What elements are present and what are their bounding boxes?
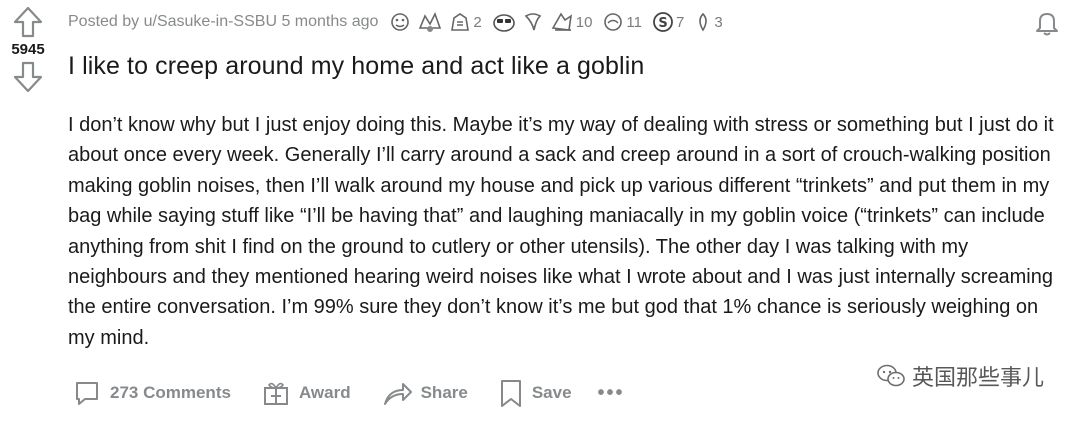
award-8-icon[interactable]: S 7 [651, 10, 688, 34]
bell-icon [1036, 13, 1058, 36]
posted-by[interactable]: Posted by u/Sasuke-in-SSBU 5 months ago [68, 13, 378, 31]
award-3-icon[interactable]: 2 [448, 10, 485, 34]
award-6-count: 10 [575, 13, 593, 31]
award-2-icon[interactable] [417, 10, 443, 34]
awards-row[interactable]: 2 10 11 S 7 3 [388, 10, 726, 34]
award-button[interactable]: Award [261, 378, 351, 408]
save-button[interactable]: Save [498, 378, 572, 408]
award-label: Award [298, 383, 351, 402]
award-3-count: 2 [473, 13, 482, 31]
award-5-icon[interactable] [522, 10, 544, 34]
watermark: 英国那些事儿 [876, 360, 1044, 392]
notification-bell-button[interactable] [1032, 8, 1062, 38]
upvote-arrow-icon [13, 6, 43, 38]
vote-column: 5945 [0, 0, 56, 421]
share-label: Share [420, 383, 468, 402]
comment-icon [76, 382, 98, 405]
award-8-count: 7 [676, 13, 685, 31]
post-body: I don’t know why but I just enjoy doing … [68, 114, 1054, 349]
award-7-icon[interactable]: 11 [601, 10, 646, 34]
vote-score: 5945 [11, 41, 45, 58]
downvote-button[interactable] [12, 61, 44, 93]
gift-icon [263, 382, 288, 405]
comments-label: 273 Comments [110, 383, 231, 402]
more-options-label: ••• [597, 381, 625, 404]
watermark-text: 英国那些事儿 [911, 365, 1044, 390]
downvote-arrow-icon [13, 61, 43, 93]
share-icon [383, 383, 412, 405]
award-9-count: 3 [714, 13, 723, 31]
post-title[interactable]: I like to creep around my home and act l… [68, 52, 644, 81]
wechat-icon [877, 364, 905, 387]
save-label: Save [531, 383, 572, 402]
award-4-icon[interactable] [491, 10, 517, 34]
comments-button[interactable]: 273 Comments [72, 378, 231, 408]
share-button[interactable]: Share [381, 378, 468, 408]
bookmark-icon [500, 380, 521, 407]
award-1-icon[interactable] [388, 10, 412, 34]
award-9-icon[interactable]: 3 [693, 10, 726, 34]
award-6-icon[interactable]: 10 [549, 10, 597, 34]
more-options-button[interactable]: ••• [598, 382, 625, 405]
svg-text:S: S [658, 16, 667, 31]
post-meta: Posted by u/Sasuke-in-SSBU 5 months ago … [68, 9, 727, 35]
post-actions: 273 Comments Award Share Save ••• [72, 376, 655, 410]
award-7-count: 11 [626, 13, 642, 31]
upvote-button[interactable] [12, 6, 44, 38]
